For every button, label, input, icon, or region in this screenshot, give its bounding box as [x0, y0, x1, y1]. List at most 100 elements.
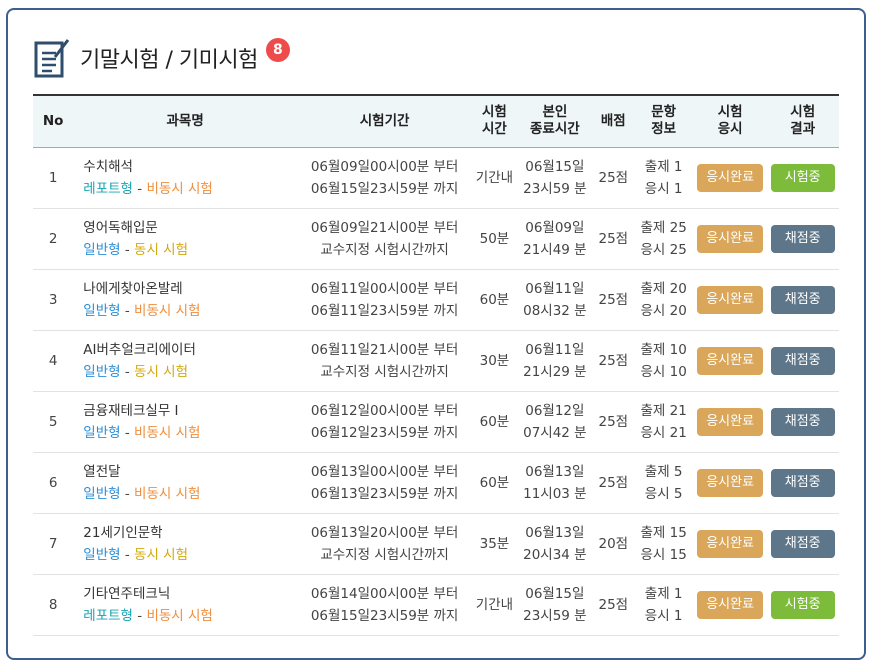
- meta-separator: -: [120, 546, 135, 563]
- end-time-cell: 06월12일 07시42 분: [517, 391, 594, 452]
- row-no: 2: [48, 230, 58, 247]
- take-complete-button[interactable]: 응시완료: [697, 346, 764, 375]
- result-cell: 채점중: [766, 330, 839, 391]
- result-status-button[interactable]: 채점중: [770, 468, 835, 497]
- duration-cell: 60분: [479, 413, 510, 430]
- take-complete-button[interactable]: 응시완료: [697, 529, 764, 558]
- header-end-time: 본인 종료시간: [530, 104, 580, 138]
- period-start: 06월11일21시00분 부터: [310, 341, 459, 358]
- exam-mode: 동시 시험: [134, 546, 189, 563]
- subject-meta: 일반형 - 동시 시험: [83, 544, 295, 566]
- exam-mode: 비동시 시험: [134, 485, 201, 502]
- question-info-cell: 출제 20 응시 20: [633, 269, 693, 330]
- questions-total: 출제 5: [644, 463, 683, 480]
- period-start: 06월12일00시00분 부터: [310, 402, 459, 419]
- questions-taken: 응시 25: [640, 241, 687, 258]
- row-no: 1: [48, 169, 58, 186]
- end-date: 06월11일: [525, 280, 585, 297]
- meta-separator: -: [120, 485, 135, 502]
- questions-total: 출제 25: [640, 219, 687, 236]
- result-status-button[interactable]: 채점중: [770, 285, 835, 314]
- row-no: 3: [48, 291, 58, 308]
- duration-cell: 기간내: [475, 596, 514, 613]
- questions-total: 출제 10: [640, 341, 687, 358]
- header-duration: 시험 시간: [481, 104, 507, 138]
- subject-name: 기타연주테크닉: [83, 585, 171, 602]
- meta-separator: -: [120, 302, 135, 319]
- result-status-button[interactable]: 채점중: [770, 224, 835, 253]
- end-time-cell: 06월15일 23시59 분: [517, 574, 594, 635]
- subject-name: 21세기인문학: [83, 524, 163, 541]
- take-cell: 응시완료: [694, 391, 767, 452]
- questions-taken: 응시 21: [640, 424, 687, 441]
- table-row: 3 나에게찾아온발레 일반형 - 비동시 시험 06월11일00시00분 부터 06월1…: [33, 269, 839, 330]
- end-time: 23시59 분: [523, 607, 587, 624]
- score-cell: 25점: [598, 169, 629, 186]
- end-time-cell: 06월11일 08시32 분: [517, 269, 594, 330]
- period-cell: 06월14일00시00분 부터 06월15일23시59분 까지: [297, 574, 472, 635]
- result-status-button[interactable]: 시험중: [770, 163, 835, 192]
- result-status-button[interactable]: 채점중: [770, 407, 835, 436]
- meta-separator: -: [120, 424, 135, 441]
- result-cell: 채점중: [766, 452, 839, 513]
- question-info-cell: 출제 21 응시 21: [633, 391, 693, 452]
- period-end: 교수지정 시험시간까지: [320, 241, 449, 258]
- header-take: 시험 응시: [717, 104, 743, 138]
- period-end: 06월15일23시59분 까지: [310, 180, 459, 197]
- end-date: 06월13일: [525, 463, 585, 480]
- result-cell: 시험중: [766, 147, 839, 208]
- exam-count-badge: 8: [265, 38, 290, 62]
- end-time-cell: 06월09일 21시49 분: [517, 208, 594, 269]
- exam-type: 일반형: [83, 241, 121, 258]
- subject-cell: 21세기인문학일반형 - 동시 시험: [73, 513, 297, 574]
- period-end: 06월15일23시59분 까지: [310, 607, 459, 624]
- subject-name: 금융재테크실무 Ⅰ: [83, 402, 179, 419]
- take-complete-button[interactable]: 응시완료: [697, 468, 764, 497]
- header-questions: 문항 정보: [651, 104, 677, 138]
- take-cell: 응시완료: [694, 513, 767, 574]
- score-cell: 20점: [598, 535, 629, 552]
- subject-cell: 금융재테크실무 Ⅰ 일반형 - 비동시 시험: [73, 391, 297, 452]
- row-no: 4: [48, 352, 58, 369]
- period-cell: 06월11일21시00분 부터 교수지정 시험시간까지: [297, 330, 472, 391]
- table-row: 1 수치해석 레포트형 - 비동시 시험 06월09일00시00분 부터 06월15일2…: [33, 147, 839, 208]
- subject-cell: 나에게찾아온발레 일반형 - 비동시 시험: [73, 269, 297, 330]
- take-complete-button[interactable]: 응시완료: [697, 224, 764, 253]
- questions-taken: 응시 5: [644, 485, 683, 502]
- questions-total: 출제 15: [640, 524, 687, 541]
- end-date: 06월12일: [525, 402, 585, 419]
- take-complete-button[interactable]: 응시완료: [697, 163, 764, 192]
- question-info-cell: 출제 1 응시 1: [633, 147, 693, 208]
- result-status-button[interactable]: 채점중: [770, 529, 835, 558]
- duration-cell: 60분: [479, 291, 510, 308]
- result-status-button[interactable]: 채점중: [770, 346, 835, 375]
- questions-taken: 응시 10: [640, 363, 687, 380]
- question-info-cell: 출제 15 응시 15: [633, 513, 693, 574]
- row-no: 5: [48, 413, 58, 430]
- end-time: 11시03 분: [523, 485, 587, 502]
- subject-meta: 일반형 - 비동시 시험: [83, 422, 295, 444]
- take-complete-button[interactable]: 응시완료: [697, 590, 764, 619]
- meta-separator: -: [120, 363, 135, 380]
- score-cell: 25점: [598, 291, 629, 308]
- score-cell: 25점: [598, 474, 629, 491]
- meta-separator: -: [120, 241, 135, 258]
- end-time-cell: 06월11일 21시29 분: [517, 330, 594, 391]
- take-complete-button[interactable]: 응시완료: [697, 407, 764, 436]
- row-no: 6: [48, 474, 58, 491]
- table-row: 2 영어독해입문 일반형 - 동시 시험 06월09일21시00분 부터 교수지정 시험…: [33, 208, 839, 269]
- exam-type: 일반형: [83, 363, 121, 380]
- period-end: 교수지정 시험시간까지: [320, 546, 449, 563]
- duration-cell: 기간내: [475, 169, 514, 186]
- exam-type: 일반형: [83, 424, 121, 441]
- end-time-cell: 06월13일 20시34 분: [517, 513, 594, 574]
- end-time-cell: 06월13일 11시03 분: [517, 452, 594, 513]
- exam-table: No 과목명 시험기간 시험 시간 본인 종료시간 배점 문항 정보 시험 응시 시험 결…: [33, 94, 839, 636]
- take-complete-button[interactable]: 응시완료: [697, 285, 764, 314]
- result-status-button[interactable]: 시험중: [770, 590, 835, 619]
- result-cell: 채점중: [766, 513, 839, 574]
- score-cell: 25점: [598, 413, 629, 430]
- meta-separator: -: [132, 180, 147, 197]
- period-cell: 06월13일20시00분 부터 교수지정 시험시간까지: [297, 513, 472, 574]
- questions-total: 출제 1: [644, 585, 683, 602]
